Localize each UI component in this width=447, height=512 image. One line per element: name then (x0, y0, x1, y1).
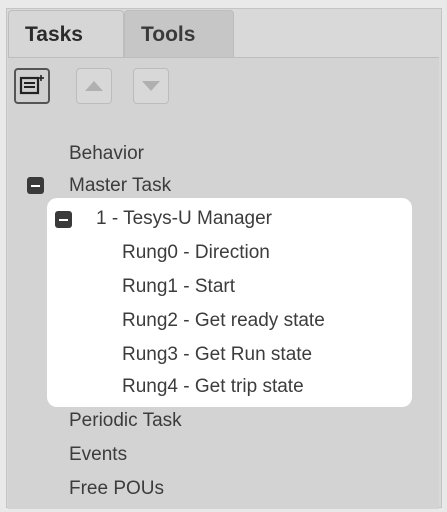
tab-tools[interactable]: Tools (124, 10, 234, 58)
tree-item-rung2[interactable]: Rung2 - Get ready state (122, 307, 325, 335)
tree-item-master-task[interactable]: Master Task (69, 172, 171, 200)
tree-item-periodic-task[interactable]: Periodic Task (69, 407, 182, 435)
tree-item-rung1[interactable]: Rung1 - Start (122, 273, 235, 301)
move-down-icon (142, 81, 160, 91)
collapse-manager-icon[interactable] (55, 211, 72, 228)
tab-tasks[interactable]: Tasks (8, 10, 124, 58)
tree-item-rung3[interactable]: Rung3 - Get Run state (122, 341, 312, 369)
tree-item-manager[interactable]: 1 - Tesys-U Manager (96, 205, 272, 233)
add-item-button[interactable] (14, 68, 50, 104)
tree-item-rung0[interactable]: Rung0 - Direction (122, 239, 270, 267)
add-list-icon (19, 75, 44, 95)
tree-item-rung4[interactable]: Rung4 - Get trip state (122, 373, 304, 401)
tree-item-behavior[interactable]: Behavior (69, 140, 144, 168)
tree-item-events[interactable]: Events (69, 441, 127, 469)
move-up-button[interactable] (76, 68, 112, 104)
move-down-button[interactable] (133, 68, 169, 104)
collapse-master-task-icon[interactable] (27, 177, 44, 194)
tree-item-free-pous[interactable]: Free POUs (69, 475, 164, 503)
move-up-icon (85, 81, 103, 91)
